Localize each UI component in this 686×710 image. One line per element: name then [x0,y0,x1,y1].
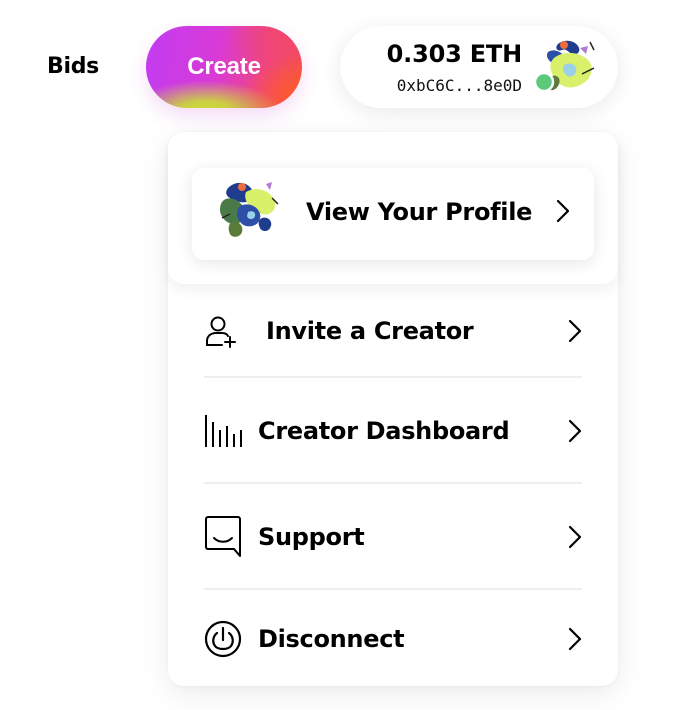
chevron-right-icon [568,525,582,549]
wallet-avatar [536,40,595,93]
chevron-right-icon [568,627,582,651]
wallet-button[interactable]: 0.303 ETH 0xbC6C...8e0D [340,26,618,108]
chat-bubble-icon [205,516,241,557]
view-profile-label: View Your Profile [306,198,533,226]
menu-item-invite-creator[interactable]: Invite a Creator [204,286,582,376]
menu-item-support[interactable]: Support [204,492,582,582]
profile-section: View Your Profile [168,132,618,284]
menu-item-label: Support [258,523,365,551]
bids-link[interactable]: Bids [47,52,99,82]
power-icon [204,620,242,658]
create-button-label: Create [187,53,261,80]
wallet-balance: 0.303 ETH [386,40,523,68]
menu-item-label: Invite a Creator [266,317,474,345]
chevron-right-icon [568,319,582,343]
menu-divider [204,588,582,590]
menu-divider [204,376,582,378]
menu-item-label: Creator Dashboard [258,417,510,445]
menu-divider [204,482,582,484]
menu-item-disconnect[interactable]: Disconnect [204,594,582,684]
wallet-address: 0xbC6C...8e0D [396,76,522,95]
create-button[interactable]: Create [146,26,302,108]
bar-chart-icon [205,415,242,447]
profile-avatar [220,182,279,237]
chevron-right-icon [568,419,582,443]
view-profile-button[interactable]: View Your Profile [192,168,594,260]
user-plus-icon [206,316,236,348]
menu-item-creator-dashboard[interactable]: Creator Dashboard [204,386,582,476]
account-dropdown-menu: View Your Profile Invite a Creator Creat… [168,132,618,686]
chevron-right-icon [556,199,570,223]
menu-item-label: Disconnect [258,625,405,653]
